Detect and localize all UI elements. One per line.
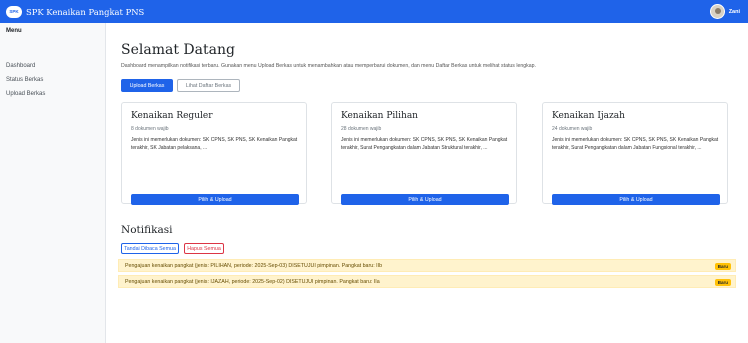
app-brand[interactable]: SPK Kenaikan Pangkat PNS: [26, 7, 144, 17]
avatar[interactable]: [709, 4, 725, 19]
card-text: Jenis ini memerlukan dokumen: SK CPNS, S…: [131, 137, 298, 152]
card-kenaikan-reguler: Kenaikan Reguler 8 dokumen wajib Jenis i…: [121, 102, 307, 205]
card-kenaikan-pilihan: Kenaikan Pilihan 28 dokumen wajib Jenis …: [331, 102, 517, 205]
card-subtitle: 28 dokumen wajib: [341, 126, 382, 132]
card-subtitle: 8 dokumen wajib: [131, 126, 169, 132]
user-name[interactable]: Zani: [729, 9, 740, 15]
sidebar-item-upload-berkas[interactable]: Upload Berkas: [6, 91, 45, 97]
sidebar-title: Menu: [6, 28, 22, 34]
card-title: Kenaikan Pilihan: [341, 111, 418, 121]
notification-text: Pengajuan kenaikan pangkat (jenis: IJAZA…: [125, 278, 380, 285]
card-kenaikan-ijazah: Kenaikan Ijazah 24 dokumen wajib Jenis i…: [542, 102, 728, 205]
notification-text: Pengajuan kenaikan pangkat (jenis: PILIH…: [125, 262, 383, 269]
card-title: Kenaikan Reguler: [131, 111, 213, 121]
sidebar: Menu Dashboard Status Berkas Upload Berk…: [0, 23, 106, 343]
user-menu[interactable]: Zani: [709, 4, 740, 19]
app-logo[interactable]: SPK: [6, 5, 22, 18]
card-text: Jenis ini memerlukan dokumen: SK CPNS, S…: [341, 137, 508, 152]
pilih-upload-button[interactable]: Pilih & Upload: [552, 194, 720, 205]
notifications-title: Notifikasi: [121, 224, 173, 236]
top-navbar: SPK SPK Kenaikan Pangkat PNS Zani: [0, 0, 748, 23]
new-badge: Baru: [714, 263, 731, 270]
notification-item[interactable]: Pengajuan kenaikan pangkat (jenis: PILIH…: [118, 259, 736, 272]
main-content: Selamat Datang Dashboard menampilkan not…: [106, 23, 748, 343]
new-badge: Baru: [714, 279, 731, 286]
notification-item[interactable]: Pengajuan kenaikan pangkat (jenis: IJAZA…: [118, 275, 736, 288]
card-text: Jenis ini memerlukan dokumen: SK CPNS, S…: [552, 137, 719, 152]
delete-all-button[interactable]: Hapus Semua: [184, 243, 224, 254]
pilih-upload-button[interactable]: Pilih & Upload: [341, 194, 509, 205]
lihat-daftar-berkas-button[interactable]: Lihat Daftar Berkas: [177, 79, 240, 92]
upload-berkas-tab[interactable]: Upload Berkas: [121, 79, 173, 92]
card-subtitle: 24 dokumen wajib: [552, 126, 593, 132]
mark-all-read-button[interactable]: Tandai Dibaca Semua: [121, 243, 179, 254]
pilih-upload-button[interactable]: Pilih & Upload: [131, 194, 299, 205]
page-description: Dashboard menampilkan notifikasi terbaru…: [121, 63, 536, 69]
card-title: Kenaikan Ijazah: [552, 111, 625, 121]
sidebar-item-dashboard[interactable]: Dashboard: [6, 63, 35, 69]
sidebar-item-status-berkas[interactable]: Status Berkas: [6, 77, 43, 83]
page-title: Selamat Datang: [121, 42, 235, 58]
